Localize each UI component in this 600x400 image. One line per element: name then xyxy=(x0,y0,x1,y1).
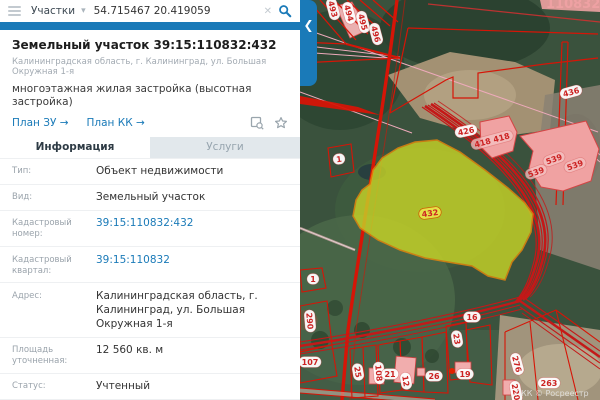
map-viewport[interactable]: ❮ 110832 xyxy=(300,0,600,400)
parcel-header: Земельный участок 39:15:110832:432 Калин… xyxy=(0,30,300,137)
parcel-label[interactable]: 19 xyxy=(456,369,473,380)
sidebar-collapse-button[interactable]: ❮ xyxy=(300,0,317,86)
search-input[interactable]: 54.715467 20.419059 xyxy=(94,5,258,17)
tab-bar: Информация Услуги xyxy=(0,137,300,158)
map-attribution: ПКК © Росреестр xyxy=(515,389,589,398)
info-row-address: Адрес: Калининградская область, г. Калин… xyxy=(0,282,300,337)
parcel-label[interactable]: 26 xyxy=(425,371,442,382)
parcel-address-subtitle: Калининградская область, г. Калининград,… xyxy=(12,57,288,77)
svg-text:12: 12 xyxy=(400,375,411,388)
info-row-cadastral-quarter: Кадастровый квартал: 39:15:110832 xyxy=(0,246,300,282)
plan-kk-link[interactable]: План КК → xyxy=(87,117,145,129)
svg-text:19: 19 xyxy=(459,370,471,379)
parcel-label[interactable]: 1 xyxy=(307,274,319,285)
satellite-map[interactable]: 110832 xyxy=(300,0,600,400)
point-marker xyxy=(449,368,455,374)
svg-text:1: 1 xyxy=(310,275,316,284)
svg-text:263: 263 xyxy=(541,379,558,388)
search-icon[interactable] xyxy=(278,4,292,18)
info-table: Тип: Объект недвижимости Вид: Земельный … xyxy=(0,158,300,400)
clear-search-icon[interactable]: ✕ xyxy=(264,6,272,17)
cadastral-number-link[interactable]: 39:15:110832:432 xyxy=(96,216,278,240)
parcel-usage-line: многоэтажная жилая застройка (высотная з… xyxy=(12,83,288,108)
search-category-select[interactable]: Участки xyxy=(31,5,75,17)
parcel-label[interactable]: 107 xyxy=(300,357,321,368)
parcel-label[interactable]: 263 xyxy=(538,378,561,389)
parcel-label[interactable]: 290 xyxy=(304,309,317,332)
info-row-kind: Вид: Земельный участок xyxy=(0,184,300,210)
tab-information[interactable]: Информация xyxy=(0,137,150,158)
search-bar: Участки ▾ 54.715467 20.419059 ✕ xyxy=(0,0,300,22)
info-row-cadastral-number: Кадастровый номер: 39:15:110832:432 xyxy=(0,210,300,246)
menu-icon[interactable] xyxy=(8,6,21,16)
svg-text:21: 21 xyxy=(384,370,396,379)
chevron-left-icon: ❮ xyxy=(303,18,313,86)
cadastral-map-app: Участки ▾ 54.715467 20.419059 ✕ Земельны… xyxy=(0,0,600,400)
accent-bar xyxy=(0,22,300,30)
favorite-star-icon[interactable] xyxy=(274,116,288,130)
tab-services[interactable]: Услуги xyxy=(150,137,300,158)
chevron-down-icon[interactable]: ▾ xyxy=(81,6,86,16)
svg-text:16: 16 xyxy=(466,313,478,322)
svg-text:290: 290 xyxy=(304,312,314,330)
svg-text:107: 107 xyxy=(302,358,319,367)
info-row-type: Тип: Объект недвижимости xyxy=(0,158,300,184)
svg-text:23: 23 xyxy=(451,333,462,346)
parcel-label[interactable]: 21 xyxy=(381,369,398,380)
parcel-label[interactable]: 16 xyxy=(463,312,480,323)
view-on-map-icon[interactable] xyxy=(250,116,264,130)
plan-zu-link[interactable]: План ЗУ → xyxy=(12,117,69,129)
svg-text:26: 26 xyxy=(428,372,440,381)
sidebar: Участки ▾ 54.715467 20.419059 ✕ Земельны… xyxy=(0,0,300,400)
page-title: Земельный участок 39:15:110832:432 xyxy=(12,38,288,53)
info-row-status: Статус: Учтенный xyxy=(0,373,300,399)
info-row-area: Площадь уточненная: 12 560 кв. м xyxy=(0,337,300,373)
cadastral-quarter-link[interactable]: 39:15:110832 xyxy=(96,253,278,277)
